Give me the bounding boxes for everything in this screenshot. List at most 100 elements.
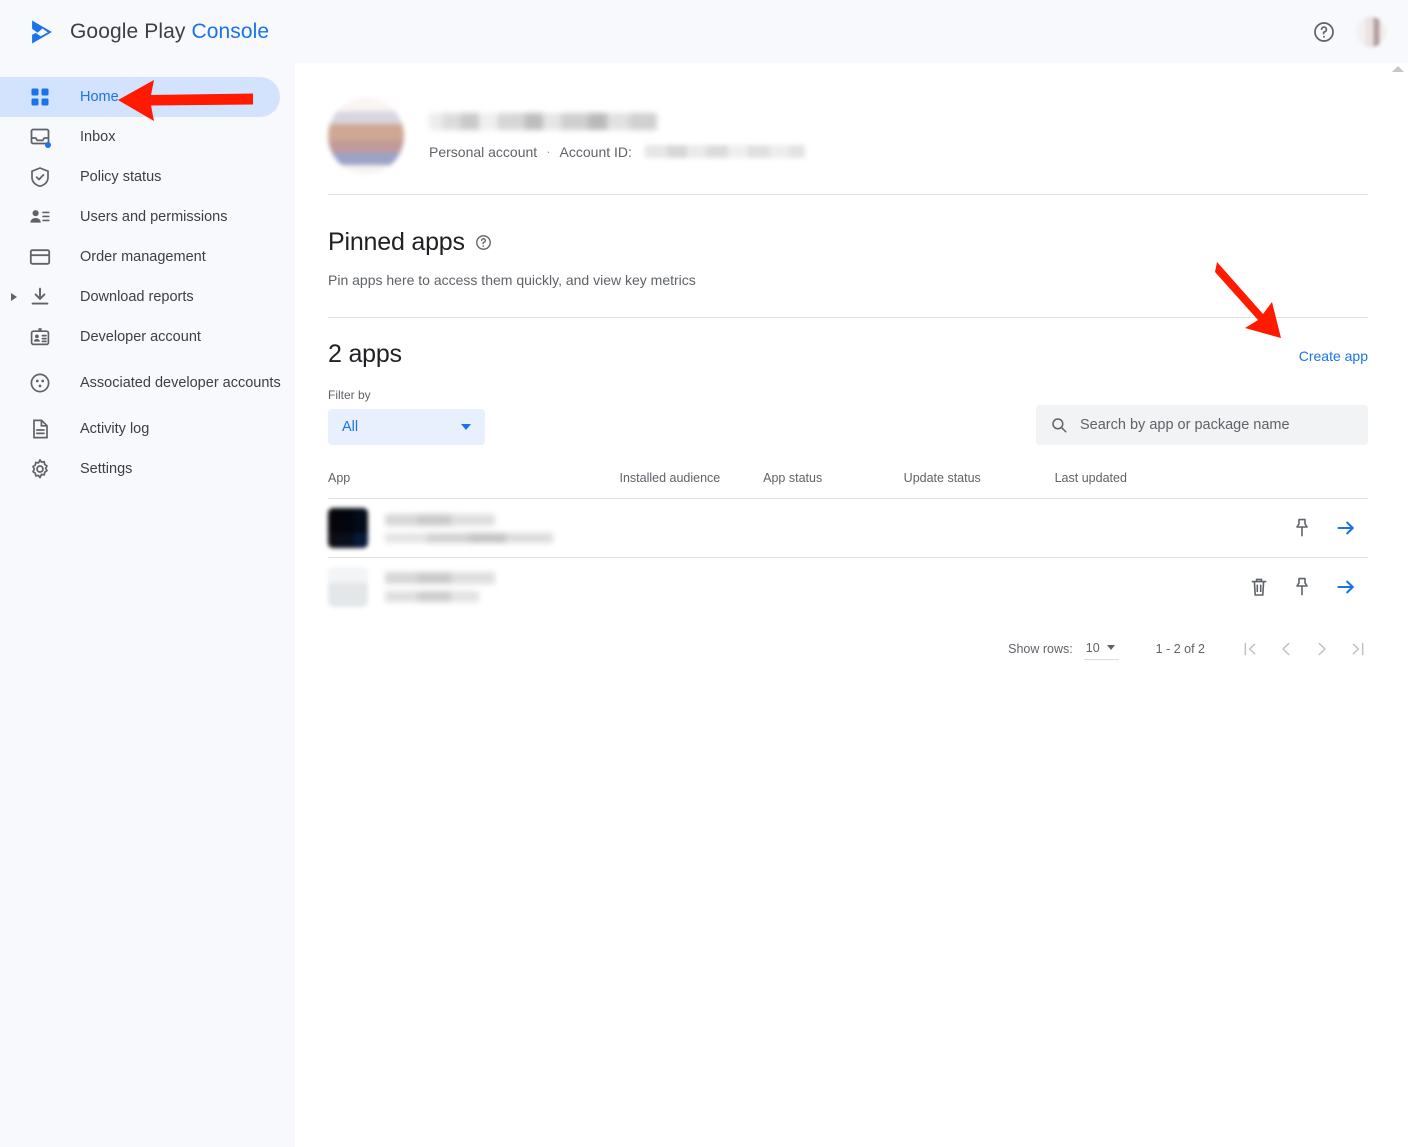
- sidebar-item-settings[interactable]: Settings: [0, 449, 295, 489]
- brand-title: Google Play Console: [70, 20, 269, 44]
- cell-open[interactable]: [1324, 557, 1368, 617]
- trash-icon[interactable]: [1247, 575, 1271, 599]
- download-icon: [31, 287, 49, 305]
- sidebar-item-inbox[interactable]: Inbox: [0, 117, 295, 157]
- column-header-delete: [1236, 471, 1281, 499]
- help-circle-icon[interactable]: [1312, 20, 1336, 44]
- help-circle-icon[interactable]: [475, 234, 492, 251]
- sidebar-item-order-management[interactable]: Order management: [0, 237, 295, 277]
- column-header-last-updated: Last updated: [1054, 471, 1237, 499]
- cell-app: [328, 557, 620, 617]
- create-app-button[interactable]: Create app: [1299, 348, 1368, 364]
- account-info: Personal account · Account ID:: [429, 112, 805, 160]
- table-row[interactable]: [328, 557, 1368, 617]
- sidebar-item-label: Inbox: [80, 129, 116, 145]
- table-row[interactable]: [328, 498, 1368, 558]
- grid-icon: [31, 88, 49, 106]
- sidebar-item-download-reports[interactable]: Download reports: [0, 277, 295, 317]
- chevron-right-icon[interactable]: [11, 293, 17, 301]
- sidebar-item-activity-log[interactable]: Activity log: [0, 409, 295, 449]
- sidebar-item-users-and-permissions[interactable]: Users and permissions: [0, 197, 295, 237]
- sidebar-item-developer-account[interactable]: Developer account: [0, 317, 295, 357]
- chevron-down-icon: [461, 424, 471, 430]
- next-page-icon[interactable]: [1312, 639, 1332, 659]
- person-list-icon: [30, 210, 50, 223]
- pinned-apps-section: Pinned apps Pin apps here to access them…: [328, 195, 1368, 318]
- cell-pin[interactable]: [1280, 557, 1325, 617]
- user-avatar[interactable]: [1356, 16, 1386, 47]
- top-bar-actions: [1312, 16, 1386, 47]
- column-header-app: App: [328, 471, 620, 499]
- chevron-down-icon: [1106, 645, 1115, 650]
- cell-app: [328, 498, 620, 558]
- cell-delete[interactable]: [1236, 557, 1281, 617]
- pin-icon[interactable]: [1290, 516, 1314, 540]
- show-rows-label: Show rows:: [1008, 642, 1073, 656]
- sidebar-item-label: Activity log: [80, 421, 150, 437]
- id-badge-icon: [30, 328, 50, 346]
- sidebar-item-policy-status[interactable]: Policy status: [0, 157, 295, 197]
- sidebar-item-label: Settings: [80, 461, 133, 477]
- app-name-group: [385, 513, 553, 543]
- previous-page-icon[interactable]: [1276, 639, 1296, 659]
- content-inner: Personal account · Account ID: Pinned ap…: [295, 63, 1408, 660]
- filter-by-select[interactable]: All: [328, 409, 485, 445]
- rows-per-page-select[interactable]: 10: [1083, 639, 1119, 660]
- column-header-app-status: App status: [763, 471, 904, 499]
- brand-google-play: Google Play: [70, 19, 186, 43]
- brand-logo-group[interactable]: Google Play Console: [28, 18, 269, 46]
- filter-by-label: Filter by: [328, 388, 371, 402]
- column-header-pin: [1280, 471, 1325, 499]
- account-name-redacted: [429, 112, 657, 130]
- search-input[interactable]: [1080, 417, 1354, 433]
- scrollbar-up-arrow[interactable]: [1392, 66, 1404, 72]
- sidebar-item-associated-developer-accounts[interactable]: Associated developer accounts: [0, 357, 295, 409]
- apps-table-header-row: App Installed audience App status Update…: [328, 471, 1368, 499]
- sidebar-item-label: Developer account: [80, 329, 201, 345]
- app-package-redacted: [385, 532, 553, 543]
- play-triangle-logo-icon: [32, 19, 52, 44]
- pin-icon[interactable]: [1290, 575, 1314, 599]
- pagination-buttons: [1240, 639, 1368, 659]
- sidebar-nav: Home Inbox Policy status Users and permi…: [0, 63, 295, 1147]
- app-icon: [328, 508, 368, 548]
- sidebar-item-home[interactable]: Home: [0, 77, 280, 117]
- circle-dots-icon: [30, 373, 50, 393]
- cell-last-updated: [1054, 557, 1237, 617]
- cell-delete: [1236, 498, 1281, 558]
- pagination-range: 1 - 2 of 2: [1155, 642, 1205, 656]
- rows-per-page-value: 10: [1085, 640, 1100, 655]
- cell-last-updated: [1054, 498, 1237, 558]
- sidebar-item-label: Download reports: [80, 289, 194, 305]
- last-page-icon[interactable]: [1348, 639, 1368, 659]
- account-id-label: Account ID:: [559, 143, 632, 160]
- page-body: Home Inbox Policy status Users and permi…: [0, 63, 1408, 1147]
- document-icon: [33, 419, 48, 439]
- filter-by-group: Filter by All: [328, 388, 485, 445]
- credit-card-icon: [29, 249, 51, 265]
- cell-pin[interactable]: [1280, 498, 1325, 558]
- arrow-right-icon[interactable]: [1334, 516, 1358, 540]
- cell-app-status: [763, 498, 904, 558]
- arrow-right-icon[interactable]: [1334, 575, 1358, 599]
- pinned-apps-subtitle: Pin apps here to access them quickly, an…: [328, 272, 696, 288]
- top-bar: Google Play Console: [0, 0, 1408, 63]
- cell-update-status: [903, 498, 1055, 558]
- first-page-icon[interactable]: [1240, 639, 1260, 659]
- apps-count-title: 2 apps: [328, 340, 402, 368]
- sidebar-item-label: Home: [80, 89, 119, 105]
- search-icon: [1052, 418, 1067, 433]
- apps-header-row: 2 apps Create app: [328, 318, 1368, 369]
- column-header-installed-audience: Installed audience: [619, 471, 764, 499]
- app-search-box[interactable]: [1036, 405, 1368, 445]
- apps-section: 2 apps Create app Filter by All Search b…: [328, 318, 1368, 660]
- cell-app-status: [763, 557, 904, 617]
- account-header: Personal account · Account ID:: [328, 83, 1368, 194]
- column-header-update-status: Update status: [903, 471, 1055, 499]
- apps-table-head: App Installed audience App status Update…: [328, 471, 1368, 499]
- account-avatar: [328, 98, 404, 174]
- sidebar-item-label: Users and permissions: [80, 209, 228, 225]
- apps-controls: Filter by All: [328, 388, 1368, 445]
- cell-installed-audience: [619, 557, 764, 617]
- cell-open[interactable]: [1324, 498, 1368, 558]
